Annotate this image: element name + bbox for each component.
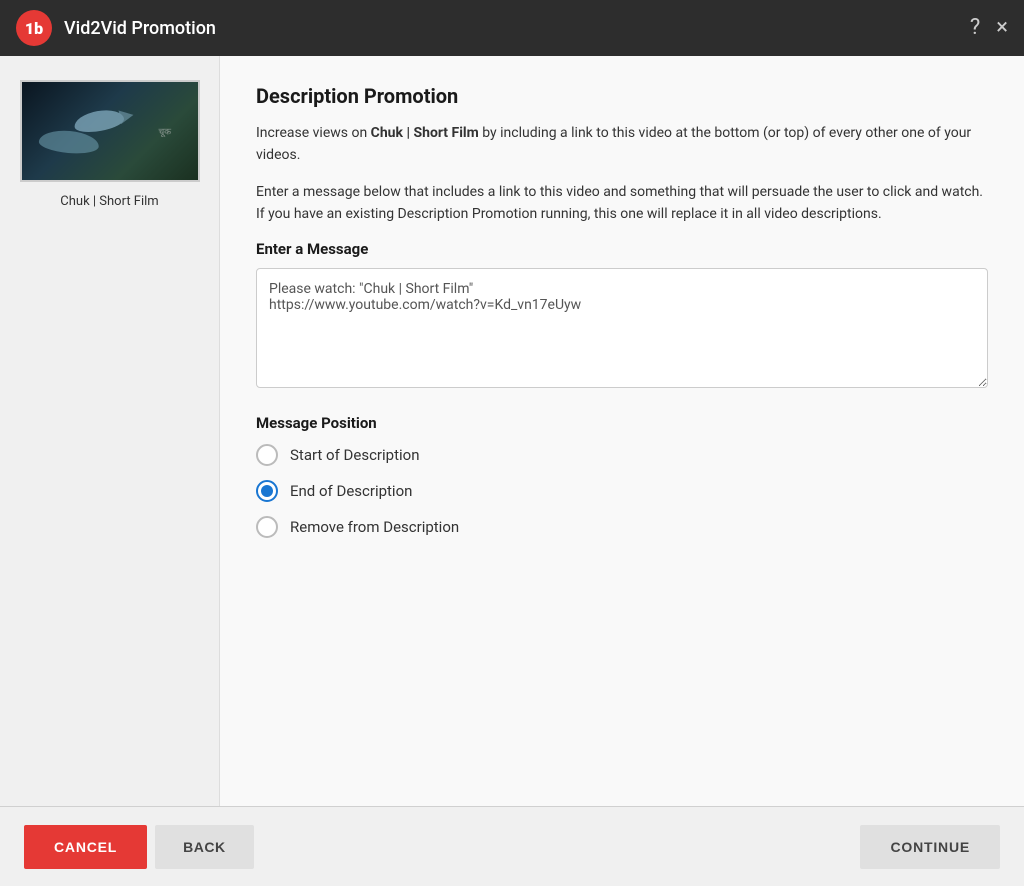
sidebar-video-title: Chuk | Short Film	[60, 194, 158, 209]
app-title: Vid2Vid Promotion	[64, 18, 970, 39]
message-label: Enter a Message	[256, 240, 988, 258]
video-overlay-text: चूक	[158, 125, 171, 138]
content-area: चूक Chuk | Short Film Description Promot…	[0, 56, 1024, 806]
message-textarea[interactable]	[256, 268, 988, 388]
main-panel: Description Promotion Increase views on …	[220, 56, 1024, 806]
radio-circle-remove[interactable]	[256, 516, 278, 538]
footer-left: CANCEL BACK	[24, 825, 254, 869]
description-paragraph-2: Enter a message below that includes a li…	[256, 181, 988, 226]
radio-circle-start[interactable]	[256, 444, 278, 466]
cancel-button[interactable]: CANCEL	[24, 825, 147, 869]
radio-end[interactable]: End of Description	[256, 480, 988, 502]
radio-start[interactable]: Start of Description	[256, 444, 988, 466]
video-thumbnail: चूक	[20, 80, 200, 182]
help-icon[interactable]: ?	[970, 17, 980, 39]
radio-label-end: End of Description	[290, 482, 412, 500]
app-window: 1b Vid2Vid Promotion ? × चूक Chuk | Shor…	[0, 0, 1024, 886]
message-position-section: Message Position Start of Description En…	[256, 414, 988, 538]
footer: CANCEL BACK CONTINUE	[0, 806, 1024, 886]
radio-group: Start of Description End of Description …	[256, 444, 988, 538]
footer-right: CONTINUE	[860, 825, 1000, 869]
radio-label-start: Start of Description	[290, 446, 419, 464]
description-paragraph-1: Increase views on Chuk | Short Film by i…	[256, 122, 988, 167]
app-logo: 1b	[16, 10, 52, 46]
fish-decoration-1	[73, 107, 126, 135]
radio-circle-end[interactable]	[256, 480, 278, 502]
titlebar-actions: ? ×	[970, 17, 1008, 39]
continue-button[interactable]: CONTINUE	[860, 825, 1000, 869]
radio-inner-end	[261, 485, 273, 497]
titlebar: 1b Vid2Vid Promotion ? ×	[0, 0, 1024, 56]
close-icon[interactable]: ×	[996, 17, 1008, 39]
section-title: Description Promotion	[256, 84, 988, 108]
radio-remove[interactable]: Remove from Description	[256, 516, 988, 538]
thumbnail-art: चूक	[22, 82, 198, 180]
back-button[interactable]: BACK	[155, 825, 253, 869]
position-label: Message Position	[256, 414, 988, 432]
fish-decoration-2	[38, 128, 100, 155]
radio-label-remove: Remove from Description	[290, 518, 459, 536]
sidebar: चूक Chuk | Short Film	[0, 56, 220, 806]
